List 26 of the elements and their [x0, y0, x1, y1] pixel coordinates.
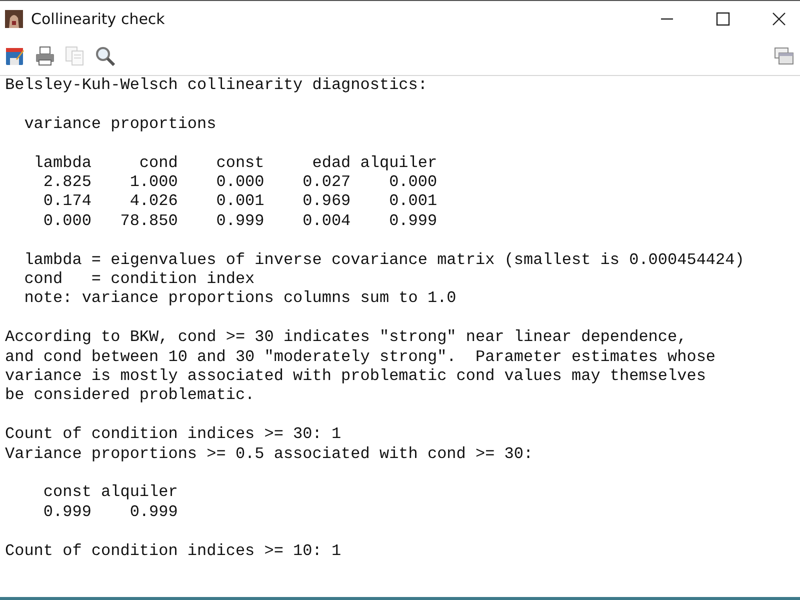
save-icon[interactable] — [5, 46, 25, 66]
output-line: and cond between 10 and 30 "moderately strong". Parameter estimates whose — [5, 348, 717, 368]
app-icon — [5, 10, 23, 28]
close-button[interactable] — [772, 12, 786, 26]
output-line: 0.174 4.026 0.001 0.969 0.001 — [42, 192, 438, 212]
print-icon[interactable] — [35, 46, 55, 66]
output-line: According to BKW, cond >= 30 indicates "strong" near linear dependence, — [5, 328, 688, 348]
output-line: note: variance proportions columns sum to 1.0 — [23, 289, 458, 309]
output-line: Count of condition indices >= 30: 1 — [5, 425, 342, 445]
output-line: variance is mostly associated with problematic cond values may themselves — [5, 367, 707, 386]
search-icon[interactable] — [95, 46, 115, 66]
window-title: Collinearity check — [31, 10, 165, 28]
output-line: variance proportions — [23, 114, 218, 134]
output-line: lambda cond const edad alquiler — [32, 154, 438, 173]
maximize-button[interactable] — [716, 12, 730, 26]
windows-icon[interactable] — [774, 47, 794, 65]
output-line: cond = condition index — [23, 270, 256, 290]
output-line: Variance proportions >= 0.5 associated with cond >= 30: — [5, 444, 534, 464]
output-line: 0.000 78.850 0.999 0.004 0.999 — [42, 212, 438, 232]
output-line: lambda = eigenvalues of inverse covariance matrix (smallest is 0.000454424) — [23, 250, 746, 270]
output-line: be considered problematic. — [5, 386, 256, 406]
output-line: Belsley-Kuh-Welsch collinearity diagnostics: — [5, 76, 428, 96]
output-line: Count of condition indices >= 10: 1 — [5, 542, 342, 562]
output-line: 0.999 0.999 — [42, 502, 179, 522]
output-line: const alquiler — [42, 483, 179, 503]
output-line: 2.825 1.000 0.000 0.027 0.000 — [42, 173, 438, 192]
